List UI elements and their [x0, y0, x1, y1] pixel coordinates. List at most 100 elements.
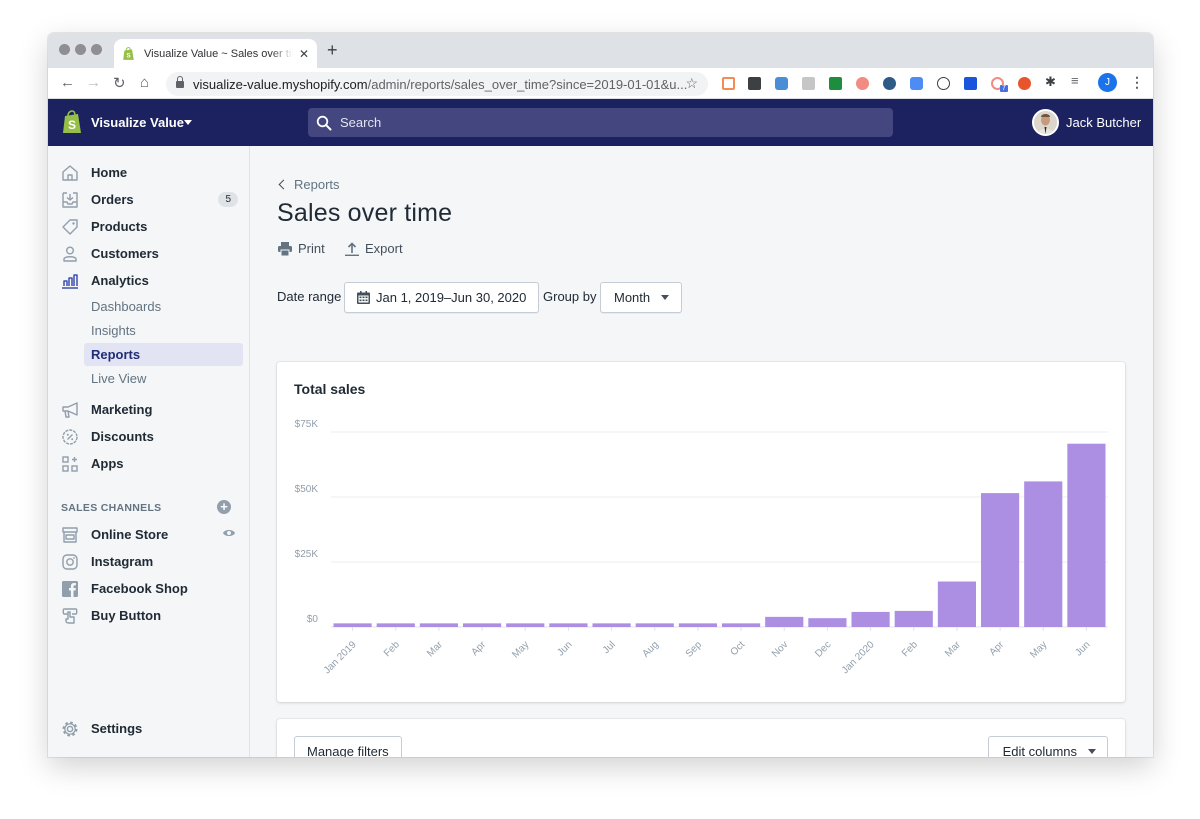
printer-icon	[278, 241, 292, 256]
bar	[463, 623, 502, 627]
user-avatar[interactable]	[1032, 109, 1059, 136]
bookmark-star-icon[interactable]: ☆	[685, 75, 698, 92]
sidebar-item-analytics[interactable]: Analytics	[60, 267, 242, 294]
extension-play-icon[interactable]	[829, 77, 842, 90]
person-icon	[60, 244, 80, 264]
lock-icon	[176, 75, 184, 89]
reload-icon[interactable]: ↻	[113, 74, 126, 92]
bar	[635, 623, 674, 627]
url-field[interactable]: visualize-value.myshopify.com/admin/repo…	[166, 72, 708, 96]
sidebar-subitem-reports[interactable]: Reports	[84, 343, 243, 366]
sidebar-item-customers[interactable]: Customers	[60, 240, 242, 267]
sidebar: Home Orders 5 Products Customers Analyti…	[48, 146, 250, 757]
forward-icon[interactable]: →	[86, 74, 101, 91]
extension-dots-icon[interactable]	[748, 77, 761, 90]
window-maximize-button[interactable]	[91, 44, 102, 55]
x-tick-label: Apr	[469, 639, 488, 658]
user-photo	[1034, 111, 1057, 134]
x-tick-label: Feb	[382, 639, 402, 659]
x-tick-label: Jun	[1073, 639, 1092, 658]
bar	[851, 611, 890, 627]
window-close-button[interactable]	[59, 44, 70, 55]
group-by-value: Month	[614, 290, 651, 305]
shopify-logo-icon[interactable]: S	[62, 110, 82, 134]
sidebar-item-label: Marketing	[91, 402, 153, 417]
sidebar-item-online-store[interactable]: Online Store	[60, 521, 242, 548]
home-browser-icon[interactable]: ⌂	[140, 74, 149, 91]
sidebar-item-label: Customers	[91, 246, 159, 261]
group-by-select[interactable]: Month	[600, 282, 683, 313]
bar	[1067, 443, 1106, 627]
manage-filters-label: Manage filters	[307, 744, 389, 757]
sidebar-subitem-dashboards[interactable]: Dashboards	[84, 295, 243, 318]
page-title: Sales over time	[277, 199, 453, 227]
sales-channels-heading: SALES CHANNELS	[61, 502, 162, 514]
user-name[interactable]: Jack Butcher	[1066, 115, 1141, 130]
svg-text:S: S	[68, 118, 76, 132]
caret-down-icon	[661, 295, 670, 300]
x-tick-label: Nov	[770, 639, 790, 659]
x-tick-label: Mar	[425, 639, 445, 659]
search-input[interactable]	[340, 115, 840, 130]
date-range-picker[interactable]: Jan 1, 2019–Jun 30, 2020	[344, 282, 540, 313]
sidebar-item-discounts[interactable]: Discounts	[60, 423, 242, 450]
sales-bar-chart: $0 $25K $50K $75K Jan 2019 Feb Mar Apr May Jun Jul…	[295, 419, 1108, 676]
extension-record-icon[interactable]	[856, 77, 869, 90]
export-label: Export	[365, 241, 403, 256]
store-caret-icon[interactable]	[184, 120, 192, 125]
y-tick-label: $75K	[295, 419, 319, 430]
sidebar-item-home[interactable]: Home	[60, 159, 242, 186]
sidebar-item-buy-button[interactable]: Buy Button	[60, 602, 242, 629]
extension-zoom-icon[interactable]	[910, 77, 923, 90]
search-bar[interactable]	[308, 108, 893, 137]
sidebar-item-label: Instagram	[91, 554, 154, 569]
print-button[interactable]: Print	[278, 241, 325, 256]
extension-screenshot-icon[interactable]	[775, 77, 788, 90]
search-icon	[316, 115, 332, 130]
sidebar-item-label: Apps	[91, 456, 124, 471]
sidebar-subitem-live-view[interactable]: Live View	[84, 367, 243, 390]
add-channel-icon[interactable]: +	[217, 500, 231, 514]
sidebar-item-instagram[interactable]: Instagram	[60, 548, 242, 575]
window-minimize-button[interactable]	[75, 44, 86, 55]
tab-close-icon[interactable]: ✕	[299, 47, 309, 61]
manage-filters-button[interactable]: Manage filters	[294, 736, 402, 757]
url-path: /admin/reports/sales_over_time?since=201…	[367, 76, 688, 92]
store-name[interactable]: Visualize Value	[91, 115, 184, 130]
sidebar-subitem-insights[interactable]: Insights	[84, 319, 243, 342]
extension-accessibility-icon[interactable]	[937, 77, 950, 90]
profile-avatar[interactable]: J	[1098, 73, 1117, 92]
extension-w-icon[interactable]	[802, 77, 815, 90]
browser-tab[interactable]: S Visualize Value ~ Sales over time ✕	[114, 39, 317, 68]
back-icon[interactable]: ←	[60, 74, 75, 91]
browser-menu-icon[interactable]: ⋮	[1130, 74, 1144, 91]
date-range-value: Jan 1, 2019–Jun 30, 2020	[376, 290, 527, 305]
breadcrumb-reports-link[interactable]: Reports	[294, 177, 340, 192]
x-tick-label: Jul	[601, 639, 618, 656]
sidebar-item-settings[interactable]: Settings	[60, 715, 242, 742]
sidebar-item-marketing[interactable]: Marketing	[60, 396, 242, 423]
extension-plus-icon[interactable]	[1018, 77, 1031, 90]
main-content: Reports Sales over time Print Export Dat…	[251, 146, 1153, 757]
edit-columns-label: Edit columns	[1002, 744, 1077, 757]
orders-icon	[60, 190, 80, 210]
edit-columns-button[interactable]: Edit columns	[987, 736, 1108, 757]
x-tick-label: Apr	[987, 639, 1006, 658]
sidebar-item-products[interactable]: Products	[60, 213, 242, 240]
sidebar-item-facebook-shop[interactable]: Facebook Shop	[60, 575, 242, 602]
extension-layout-icon[interactable]	[722, 77, 735, 90]
export-button[interactable]: Export	[345, 241, 403, 256]
extension-i-icon[interactable]	[964, 77, 977, 90]
reading-list-icon[interactable]: ≡	[1071, 73, 1084, 88]
extensions-puzzle-icon[interactable]: ✱	[1045, 74, 1058, 89]
buy-button-icon	[60, 606, 80, 626]
extension-globe-icon[interactable]	[883, 77, 896, 90]
tab-title: Visualize Value ~ Sales over time	[144, 47, 293, 60]
new-tab-button[interactable]: +	[327, 40, 338, 61]
view-store-eye-icon[interactable]	[222, 528, 236, 538]
sidebar-item-orders[interactable]: Orders 5	[60, 186, 242, 213]
apps-icon	[60, 454, 80, 474]
x-tick-label: Jan 2020	[840, 639, 877, 676]
breadcrumb[interactable]: Reports	[277, 177, 340, 192]
sidebar-item-apps[interactable]: Apps	[60, 450, 242, 477]
